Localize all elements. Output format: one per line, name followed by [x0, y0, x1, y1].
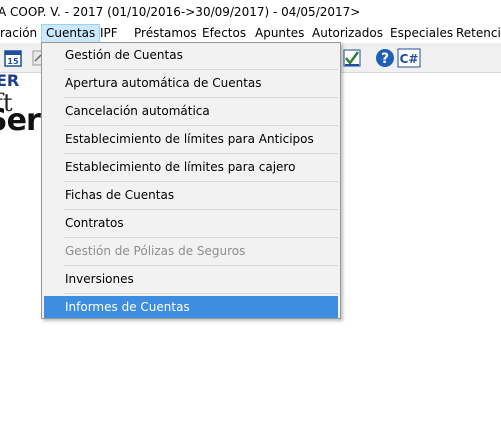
menu-limites-cajero[interactable]: Establecimiento de límites para cajero	[44, 156, 338, 178]
menu-item-efectos[interactable]: Efectos	[198, 24, 250, 43]
menu-separator	[64, 69, 338, 70]
menu-item-apuntes[interactable]: Apuntes	[251, 24, 308, 43]
menu-gestion-de-cuentas[interactable]: Gestión de Cuentas	[44, 44, 338, 66]
menu-cancelacion-automatica[interactable]: Cancelación automática	[44, 100, 338, 122]
menu-limites-anticipos[interactable]: Establecimiento de límites para Anticipo…	[44, 128, 338, 150]
menu-separator	[64, 181, 338, 182]
csharp-button[interactable]: C#	[396, 47, 422, 68]
menu-separator	[64, 237, 338, 238]
menu-item-especiales[interactable]: Especiales	[386, 24, 457, 43]
csharp-icon: C#	[397, 48, 421, 67]
svg-text:C#: C#	[400, 52, 419, 66]
cuentas-dropdown-menu: Gestión de Cuentas Apertura automática d…	[41, 42, 341, 319]
menu-separator	[64, 97, 338, 98]
menu-item-operacion[interactable]: ración	[0, 24, 41, 43]
menu-inversiones[interactable]: Inversiones	[44, 268, 338, 290]
check-document-icon	[343, 49, 361, 66]
check-doc-button[interactable]	[341, 47, 363, 68]
calendar-button[interactable]: 15	[2, 47, 24, 68]
menu-item-prestamos[interactable]: Préstamos	[130, 24, 201, 43]
menu-item-retenciones[interactable]: Retencio	[452, 24, 501, 43]
menu-separator	[64, 153, 338, 154]
svg-text:?: ?	[381, 51, 389, 67]
window-title-bar: A COOP. V. - 2017 (01/10/2016->30/09/201…	[0, 0, 501, 24]
window-title: A COOP. V. - 2017 (01/10/2016->30/09/201…	[0, 5, 361, 19]
menu-gestion-polizas-seguros: Gestión de Pólizas de Seguros	[65, 244, 246, 258]
svg-text:15: 15	[7, 57, 19, 66]
menu-item-autorizados[interactable]: Autorizados	[308, 24, 387, 43]
menu-contratos[interactable]: Contratos	[44, 212, 338, 234]
menu-apertura-automatica[interactable]: Apertura automática de Cuentas	[44, 72, 338, 94]
menu-bar: ración Cuentas IPF Préstamos Efectos Apu…	[0, 24, 501, 43]
menu-informes-de-cuentas[interactable]: Informes de Cuentas	[44, 296, 338, 318]
menu-separator	[64, 125, 338, 126]
logo-line-1: ER	[0, 73, 20, 90]
menu-item-ipf[interactable]: IPF	[96, 24, 122, 43]
menu-separator	[64, 293, 338, 294]
help-button[interactable]: ?	[374, 47, 396, 68]
menu-item-cuentas[interactable]: Cuentas	[41, 24, 101, 43]
calendar-icon: 15	[4, 49, 22, 67]
menu-separator	[64, 209, 338, 210]
menu-fichas-de-cuentas[interactable]: Fichas de Cuentas	[44, 184, 338, 206]
menu-separator	[64, 265, 338, 266]
help-icon: ?	[376, 48, 394, 67]
